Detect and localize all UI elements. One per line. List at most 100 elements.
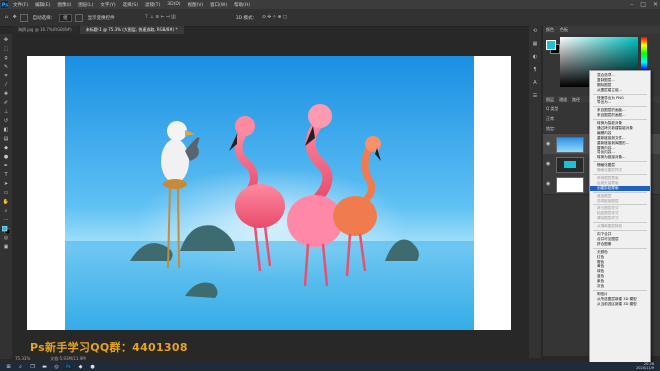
- brush-tool-icon[interactable]: ✐: [2, 100, 10, 107]
- maximize-icon[interactable]: □: [640, 1, 646, 8]
- artwork-image[interactable]: [65, 56, 474, 330]
- tab-document-1[interactable]: 海鸥.jpg @ 16.7%(RGB/8#): [12, 26, 78, 34]
- character-icon[interactable]: A: [532, 80, 539, 86]
- dodge-tool-icon[interactable]: ●: [2, 154, 10, 161]
- eraser-tool-icon[interactable]: ◧: [2, 127, 10, 134]
- pen-tool-icon[interactable]: ✒: [2, 163, 10, 170]
- menu-separator: [593, 174, 647, 176]
- ps-logo-icon[interactable]: Ps: [0, 0, 9, 9]
- menu-item[interactable]: 窗口(W): [210, 2, 227, 8]
- rectangle-tool-icon[interactable]: ▭: [2, 190, 10, 197]
- align-icons[interactable]: ⊤ ⊥ ≡ ⊢ ⊣ |||: [145, 15, 176, 20]
- auto-select-dropdown[interactable]: 组: [59, 13, 72, 22]
- close-icon[interactable]: ✕: [653, 1, 658, 8]
- move-tool-icon[interactable]: ✥: [2, 37, 10, 44]
- properties-icon[interactable]: ▦: [532, 41, 539, 47]
- screen-mode-icon[interactable]: ▣: [2, 244, 10, 251]
- adjustments-icon[interactable]: ◐: [532, 54, 539, 60]
- more-tools-icon[interactable]: ···: [2, 217, 10, 224]
- context-menu-item[interactable]: 从当前选区新建 3D 模型: [590, 302, 650, 307]
- foreground-color-swatch[interactable]: [546, 40, 556, 50]
- stamp-tool-icon[interactable]: ⊥: [2, 109, 10, 116]
- layer-thumbnail: [556, 137, 584, 153]
- layer-thumbnail: [556, 177, 584, 193]
- menu-item[interactable]: 3D(D): [167, 2, 180, 8]
- home-icon[interactable]: ⌂: [5, 15, 8, 20]
- zoom-tool-icon[interactable]: ⌕: [2, 208, 10, 215]
- photoshop-icon[interactable]: Ps: [65, 363, 72, 370]
- context-menu-item[interactable]: 灰色: [590, 284, 650, 289]
- menu-item[interactable]: 选择(S): [123, 2, 138, 8]
- blend-mode-select[interactable]: 正常: [546, 116, 554, 122]
- context-menu-item[interactable]: 创建剪贴蒙版: [590, 185, 650, 191]
- taskview-icon[interactable]: ❐: [29, 364, 36, 370]
- blur-tool-icon[interactable]: ◆: [2, 145, 10, 152]
- tab-channels[interactable]: 通道: [559, 97, 567, 103]
- system-clock[interactable]: 20:26 2020/11/9: [636, 362, 654, 370]
- quick-mask-icon[interactable]: ◎: [2, 235, 10, 242]
- fg-bg-color-icon[interactable]: [2, 225, 10, 234]
- menu-bar: Ps 文件(F) 编辑(E) 图像(I) 图层(L) 文字(Y) 选择(S) 滤镜(T) 3D…: [0, 0, 660, 9]
- windows-icon[interactable]: ⊞: [5, 364, 12, 370]
- menu-item[interactable]: 图像(I): [57, 2, 71, 8]
- marquee-tool-icon[interactable]: ⬚: [2, 46, 10, 53]
- app-icon[interactable]: ●: [89, 364, 96, 370]
- windows-taskbar: ⊞ ⌕ ❐ ▬ ◎ Ps ◆ ● 20:26 2020/11/9: [0, 362, 660, 371]
- tab-color[interactable]: 颜色: [546, 27, 554, 33]
- color-panel-header: 颜色 色板: [543, 26, 660, 34]
- search-icon[interactable]: ⌕: [17, 364, 24, 370]
- menu-separator: [593, 204, 647, 206]
- eyedropper-tool-icon[interactable]: ⁄: [2, 82, 10, 89]
- libraries-icon[interactable]: ☰: [532, 93, 539, 99]
- minimize-icon[interactable]: –: [630, 1, 633, 8]
- menu-item[interactable]: 视图(V): [188, 2, 204, 8]
- app-icon[interactable]: ◆: [77, 364, 84, 370]
- document-tabs: 海鸥.jpg @ 16.7%(RGB/8#) 未标题-1 @ 75.3% (大图…: [12, 26, 186, 34]
- explorer-icon[interactable]: ▬: [41, 364, 48, 370]
- context-menu-item[interactable]: 从图层建立组...: [590, 88, 650, 93]
- menu-item[interactable]: 图层(L): [78, 2, 93, 8]
- menu-item[interactable]: 文件(F): [13, 2, 28, 8]
- menu-separator: [593, 161, 647, 163]
- context-menu-item[interactable]: 转换为链接对象...: [590, 155, 650, 160]
- context-menu-item: 从隔离图层释放: [597, 224, 623, 229]
- menu-separator: [593, 119, 647, 121]
- menu-item[interactable]: 滤镜(T): [145, 2, 160, 8]
- move-tool-icon[interactable]: ✥: [13, 15, 17, 20]
- lasso-tool-icon[interactable]: ϙ: [2, 55, 10, 62]
- tab-document-2[interactable]: 未标题-1 @ 75.3% (大图层, 快速选取, RGB/8#) *: [79, 26, 184, 34]
- type-tool-icon[interactable]: T: [2, 172, 10, 179]
- context-menu-item[interactable]: 导出为...: [590, 100, 650, 105]
- layer-kind-filter[interactable]: Q 类型: [546, 106, 558, 112]
- healing-tool-icon[interactable]: ✚: [2, 91, 10, 98]
- menu-item[interactable]: 编辑(E): [35, 2, 50, 8]
- transform-label: 显示变换控件: [87, 15, 115, 21]
- menu-separator: [593, 230, 647, 232]
- tab-swatches[interactable]: 色板: [560, 27, 568, 33]
- paragraph-icon[interactable]: ¶: [532, 67, 539, 73]
- crop-tool-icon[interactable]: ⌗: [2, 73, 10, 80]
- eye-icon[interactable]: ◉: [546, 141, 550, 147]
- auto-select-checkbox[interactable]: [19, 13, 28, 22]
- transform-checkbox[interactable]: [74, 13, 83, 22]
- tab-layers[interactable]: 图层: [546, 97, 554, 103]
- tab-paths[interactable]: 路径: [572, 97, 580, 103]
- gradient-tool-icon[interactable]: ▤: [2, 136, 10, 143]
- context-menu-item[interactable]: 拼合图像: [590, 242, 650, 247]
- eye-icon[interactable]: ◉: [546, 161, 550, 167]
- path-select-tool-icon[interactable]: ➤: [2, 181, 10, 188]
- svg-text:Ps: Ps: [2, 3, 8, 8]
- quick-select-tool-icon[interactable]: ✎: [2, 64, 10, 71]
- browser-icon[interactable]: ◎: [53, 364, 60, 370]
- context-menu-item[interactable]: 来自图层的画框...: [590, 113, 650, 118]
- menu-separator: [593, 222, 647, 224]
- auto-select-label: 自动选择：: [32, 15, 56, 21]
- mode-3d-icons[interactable]: ⊙ ✣ ✧ ⊕ ▢: [262, 15, 287, 20]
- hand-tool-icon[interactable]: ✋: [2, 199, 10, 206]
- menu-item[interactable]: 文字(Y): [100, 2, 115, 8]
- menu-item[interactable]: 帮助(H): [234, 2, 250, 8]
- tools-panel: ✥ ⬚ ϙ ✎ ⌗ ⁄ ✚ ✐ ⊥ ↺ ◧ ▤ ◆ ● ✒ T ➤ ▭ ✋ ⌕ …: [0, 34, 12, 359]
- eye-icon[interactable]: ◉: [546, 181, 550, 187]
- history-icon[interactable]: ⟲: [532, 28, 539, 34]
- history-brush-tool-icon[interactable]: ↺: [2, 118, 10, 125]
